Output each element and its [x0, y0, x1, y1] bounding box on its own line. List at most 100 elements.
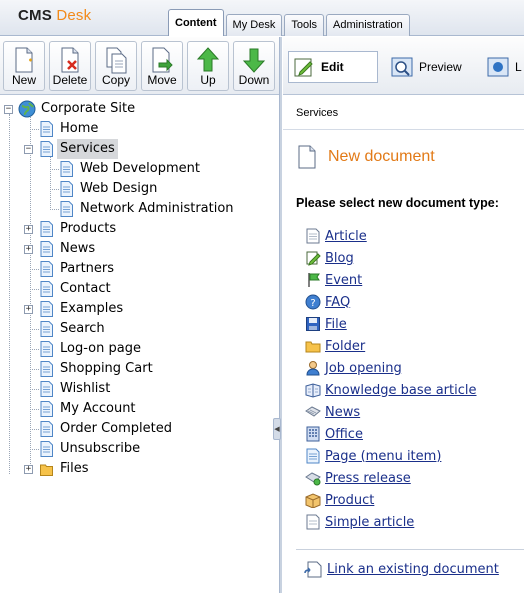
- tree-node-label: Home: [60, 121, 99, 136]
- doc-type-folder: Folder: [305, 337, 365, 355]
- list-mode-button[interactable]: L: [487, 51, 522, 83]
- doc-type-link[interactable]: Blog: [325, 251, 354, 266]
- tree-node-products[interactable]: + Products: [0, 219, 279, 239]
- tree-node-label: Wishlist: [60, 381, 111, 396]
- file-icon: [306, 317, 320, 331]
- doc-type-press-release: Press release: [305, 469, 411, 487]
- tree-connector: [30, 409, 39, 410]
- up-button[interactable]: Up: [187, 41, 229, 91]
- page-menu-item-icon: [306, 448, 320, 464]
- divider: [296, 549, 524, 550]
- tree-node-web-design[interactable]: Web Design: [0, 179, 279, 199]
- doc-type-link[interactable]: Folder: [325, 339, 365, 354]
- doc-type-link[interactable]: Office: [325, 427, 363, 442]
- tree-node-home[interactable]: Home: [0, 119, 279, 139]
- tree-node-shopping-cart[interactable]: Shopping Cart: [0, 359, 279, 379]
- blog-icon: [306, 251, 321, 266]
- tree-node-log-on-page[interactable]: Log-on page: [0, 339, 279, 359]
- tree-node-files[interactable]: + Files: [0, 459, 279, 479]
- page-icon: [40, 301, 53, 317]
- preview-mode-button[interactable]: Preview: [391, 51, 462, 83]
- arrow-up-icon: [196, 47, 220, 72]
- tree-node-my-account[interactable]: My Account: [0, 399, 279, 419]
- tab-content[interactable]: Content: [168, 9, 224, 36]
- tree-node-label: Examples: [60, 301, 124, 316]
- view-mode-toolbar: Edit Preview L: [283, 37, 524, 95]
- doc-type-link[interactable]: Page (menu item): [325, 449, 441, 464]
- page-icon: [40, 341, 53, 357]
- tree-node-label: Order Completed: [60, 421, 172, 436]
- page-icon: [40, 281, 53, 297]
- link-existing-row: Link an existing document: [303, 559, 499, 579]
- doc-type-link[interactable]: FAQ: [325, 295, 350, 310]
- tree-node-web-development[interactable]: Web Development: [0, 159, 279, 179]
- tree-node-label: Services: [57, 139, 118, 159]
- tree-connector: [30, 289, 39, 290]
- doc-type-simple-article: Simple article: [305, 513, 414, 531]
- tree-connector: [30, 369, 39, 370]
- tree-node-order-completed[interactable]: Order Completed: [0, 419, 279, 439]
- document-icon: [298, 145, 316, 169]
- collapse-toggle[interactable]: −: [24, 145, 33, 154]
- tree-node-network-administration[interactable]: Network Administration: [0, 199, 279, 219]
- expand-toggle[interactable]: +: [24, 465, 33, 474]
- collapse-toggle[interactable]: −: [4, 105, 13, 114]
- tree-node-label: Network Administration: [80, 201, 234, 216]
- new-button[interactable]: New: [3, 41, 45, 91]
- arrow-down-icon: [242, 48, 266, 73]
- down-button[interactable]: Down: [233, 41, 275, 91]
- page-icon: [40, 361, 53, 377]
- tree-node-examples[interactable]: + Examples: [0, 299, 279, 319]
- tree-node-root[interactable]: − Corporate Site: [0, 99, 279, 119]
- page-icon: [40, 141, 53, 157]
- article-icon: [306, 228, 320, 244]
- doc-type-link[interactable]: File: [325, 317, 347, 332]
- doc-type-link[interactable]: News: [325, 405, 360, 420]
- page-icon: [40, 321, 53, 337]
- tree-connector: [30, 349, 39, 350]
- copy-button[interactable]: Copy: [95, 41, 137, 91]
- news-icon: [305, 406, 321, 417]
- tab-my-desk[interactable]: My Desk: [225, 14, 283, 36]
- tree-node-services[interactable]: − Services: [0, 139, 279, 159]
- doc-type-link[interactable]: Simple article: [325, 515, 414, 530]
- doc-type-link[interactable]: Press release: [325, 471, 411, 486]
- link-existing-document-link[interactable]: Link an existing document: [327, 562, 499, 577]
- expand-toggle[interactable]: +: [24, 305, 33, 314]
- doc-type-link[interactable]: Knowledge base article: [325, 383, 477, 398]
- doc-type-link[interactable]: Product: [325, 493, 374, 508]
- expand-toggle[interactable]: +: [24, 245, 33, 254]
- page-icon: [40, 221, 53, 237]
- tree-node-label: Unsubscribe: [60, 441, 141, 456]
- delete-button[interactable]: Delete: [49, 41, 91, 91]
- tree-connector: [30, 389, 39, 390]
- tab-administration[interactable]: Administration: [326, 14, 410, 36]
- tree-node-news[interactable]: + News: [0, 239, 279, 259]
- event-icon: [308, 273, 320, 287]
- pane-splitter[interactable]: [279, 37, 282, 593]
- doc-type-article: Article: [305, 227, 367, 245]
- new-document-panel: New document Please select new document …: [283, 131, 524, 593]
- expand-toggle[interactable]: +: [24, 225, 33, 234]
- tree-node-contact[interactable]: Contact: [0, 279, 279, 299]
- edit-mode-button[interactable]: Edit: [288, 51, 378, 83]
- move-button[interactable]: Move: [141, 41, 183, 91]
- tree-node-label: Products: [60, 221, 117, 236]
- tree-node-partners[interactable]: Partners: [0, 259, 279, 279]
- tab-tools[interactable]: Tools: [284, 14, 325, 36]
- page-icon: [60, 201, 73, 217]
- doc-type-link[interactable]: Event: [325, 273, 362, 288]
- globe-icon: [18, 100, 36, 118]
- doc-type-link[interactable]: Job opening: [325, 361, 402, 376]
- copy-icon: [106, 47, 127, 74]
- folder-icon: [305, 341, 321, 353]
- tree-node-unsubscribe[interactable]: Unsubscribe: [0, 439, 279, 459]
- tree-node-wishlist[interactable]: Wishlist: [0, 379, 279, 399]
- content-tree: − Corporate Site Home − Services Web Develo…: [0, 96, 279, 593]
- doc-type-link[interactable]: Article: [325, 229, 367, 244]
- faq-icon: ?: [305, 294, 321, 310]
- collapse-pane-handle[interactable]: ◀: [273, 418, 281, 440]
- product-icon: [305, 493, 321, 508]
- page-title: New document: [328, 148, 435, 165]
- tree-node-search[interactable]: Search: [0, 319, 279, 339]
